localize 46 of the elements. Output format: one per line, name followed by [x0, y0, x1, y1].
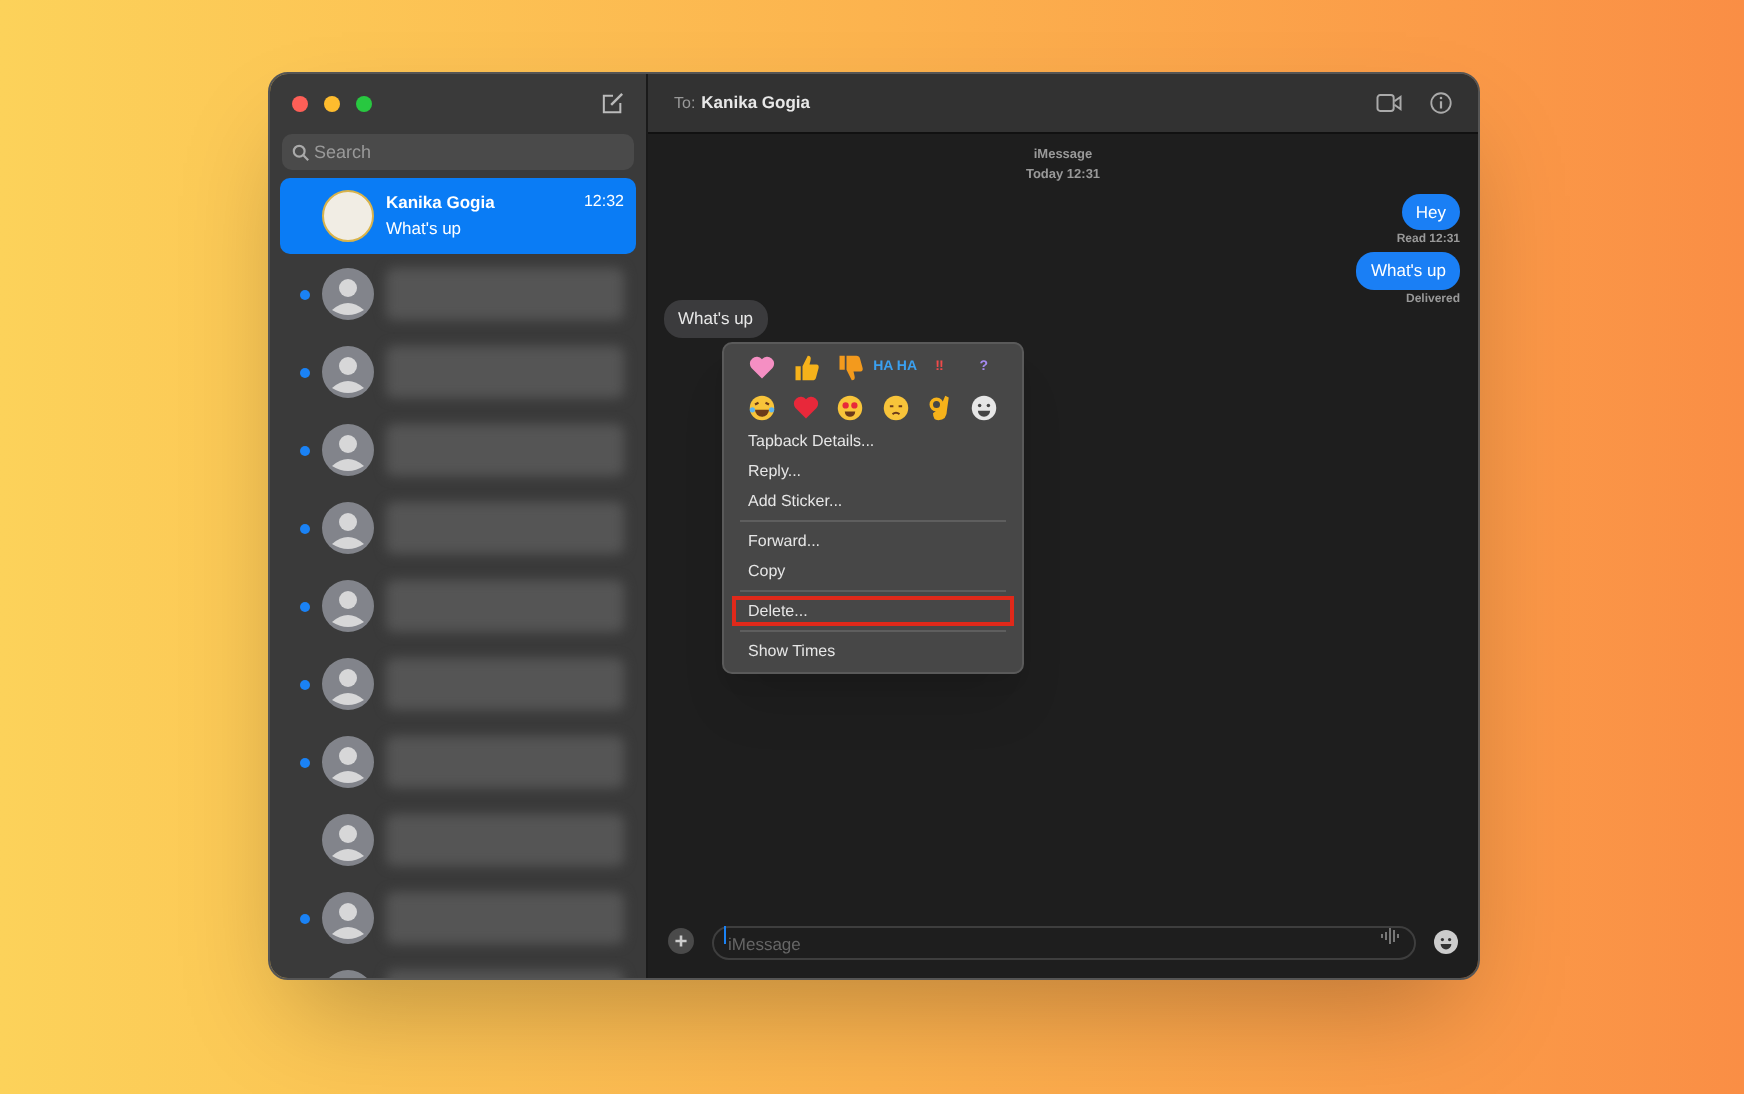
menu-item[interactable]: Add Sticker...: [732, 486, 1014, 516]
person-avatar-icon: [322, 736, 374, 788]
contact-name: Kanika Gogia: [386, 190, 495, 216]
plus-icon[interactable]: [668, 928, 694, 954]
conversation-item[interactable]: Kanika Gogia 12:32 What's up: [280, 178, 636, 254]
menu-item[interactable]: Copy: [732, 556, 1014, 586]
search-field[interactable]: Search: [282, 134, 634, 170]
menu-item[interactable]: Reply...: [732, 456, 1014, 486]
person-avatar-icon: [322, 502, 374, 554]
message-preview: What's up: [386, 216, 464, 242]
thumbs-down-icon[interactable]: [836, 354, 865, 382]
to-label: To:: [674, 91, 696, 115]
person-avatar-icon: [322, 658, 374, 710]
text-cursor: [724, 925, 726, 943]
menu-item[interactable]: Forward...: [732, 526, 1014, 556]
sad-face-icon[interactable]: [881, 394, 910, 422]
received-message-bubble: What's up: [664, 300, 768, 338]
heart-icon[interactable]: [748, 354, 777, 382]
zoom-window-button[interactable]: [356, 95, 372, 111]
close-window-button[interactable]: [292, 95, 308, 111]
minimize-window-button[interactable]: [324, 95, 340, 111]
menu-item[interactable]: Tapback Details...: [732, 426, 1014, 456]
thumbs-up-icon[interactable]: [792, 354, 821, 382]
menu-item[interactable]: Show Times: [732, 636, 1014, 666]
heart-eyes-face-icon[interactable]: [836, 394, 865, 422]
compose-icon[interactable]: [602, 92, 624, 114]
person-avatar-icon: [322, 580, 374, 632]
message-input-field[interactable]: iMessage: [712, 926, 1416, 960]
sent-message-bubble: What's up: [1356, 252, 1460, 290]
person-avatar-icon: [322, 346, 374, 398]
info-icon[interactable]: [1430, 92, 1452, 114]
avatar-photo-placeholder: [322, 190, 374, 242]
smiley-face-icon[interactable]: [969, 394, 998, 422]
laughing-face-icon[interactable]: [748, 394, 777, 422]
video-camera-icon[interactable]: [1376, 94, 1402, 112]
search-icon: [292, 144, 310, 162]
recipient-name: Kanika Gogia: [701, 90, 810, 116]
person-avatar-icon: [322, 424, 374, 476]
menu-item[interactable]: Delete...: [732, 596, 1014, 626]
person-avatar-icon: [322, 892, 374, 944]
smiley-face-icon[interactable]: [1434, 929, 1458, 953]
message-time: 12:32: [583, 190, 624, 215]
person-avatar-icon: [322, 814, 374, 866]
audio-waveform-icon[interactable]: [1380, 927, 1402, 943]
person-avatar-icon: [322, 268, 374, 320]
sent-message-bubble: Hey: [1401, 193, 1460, 231]
